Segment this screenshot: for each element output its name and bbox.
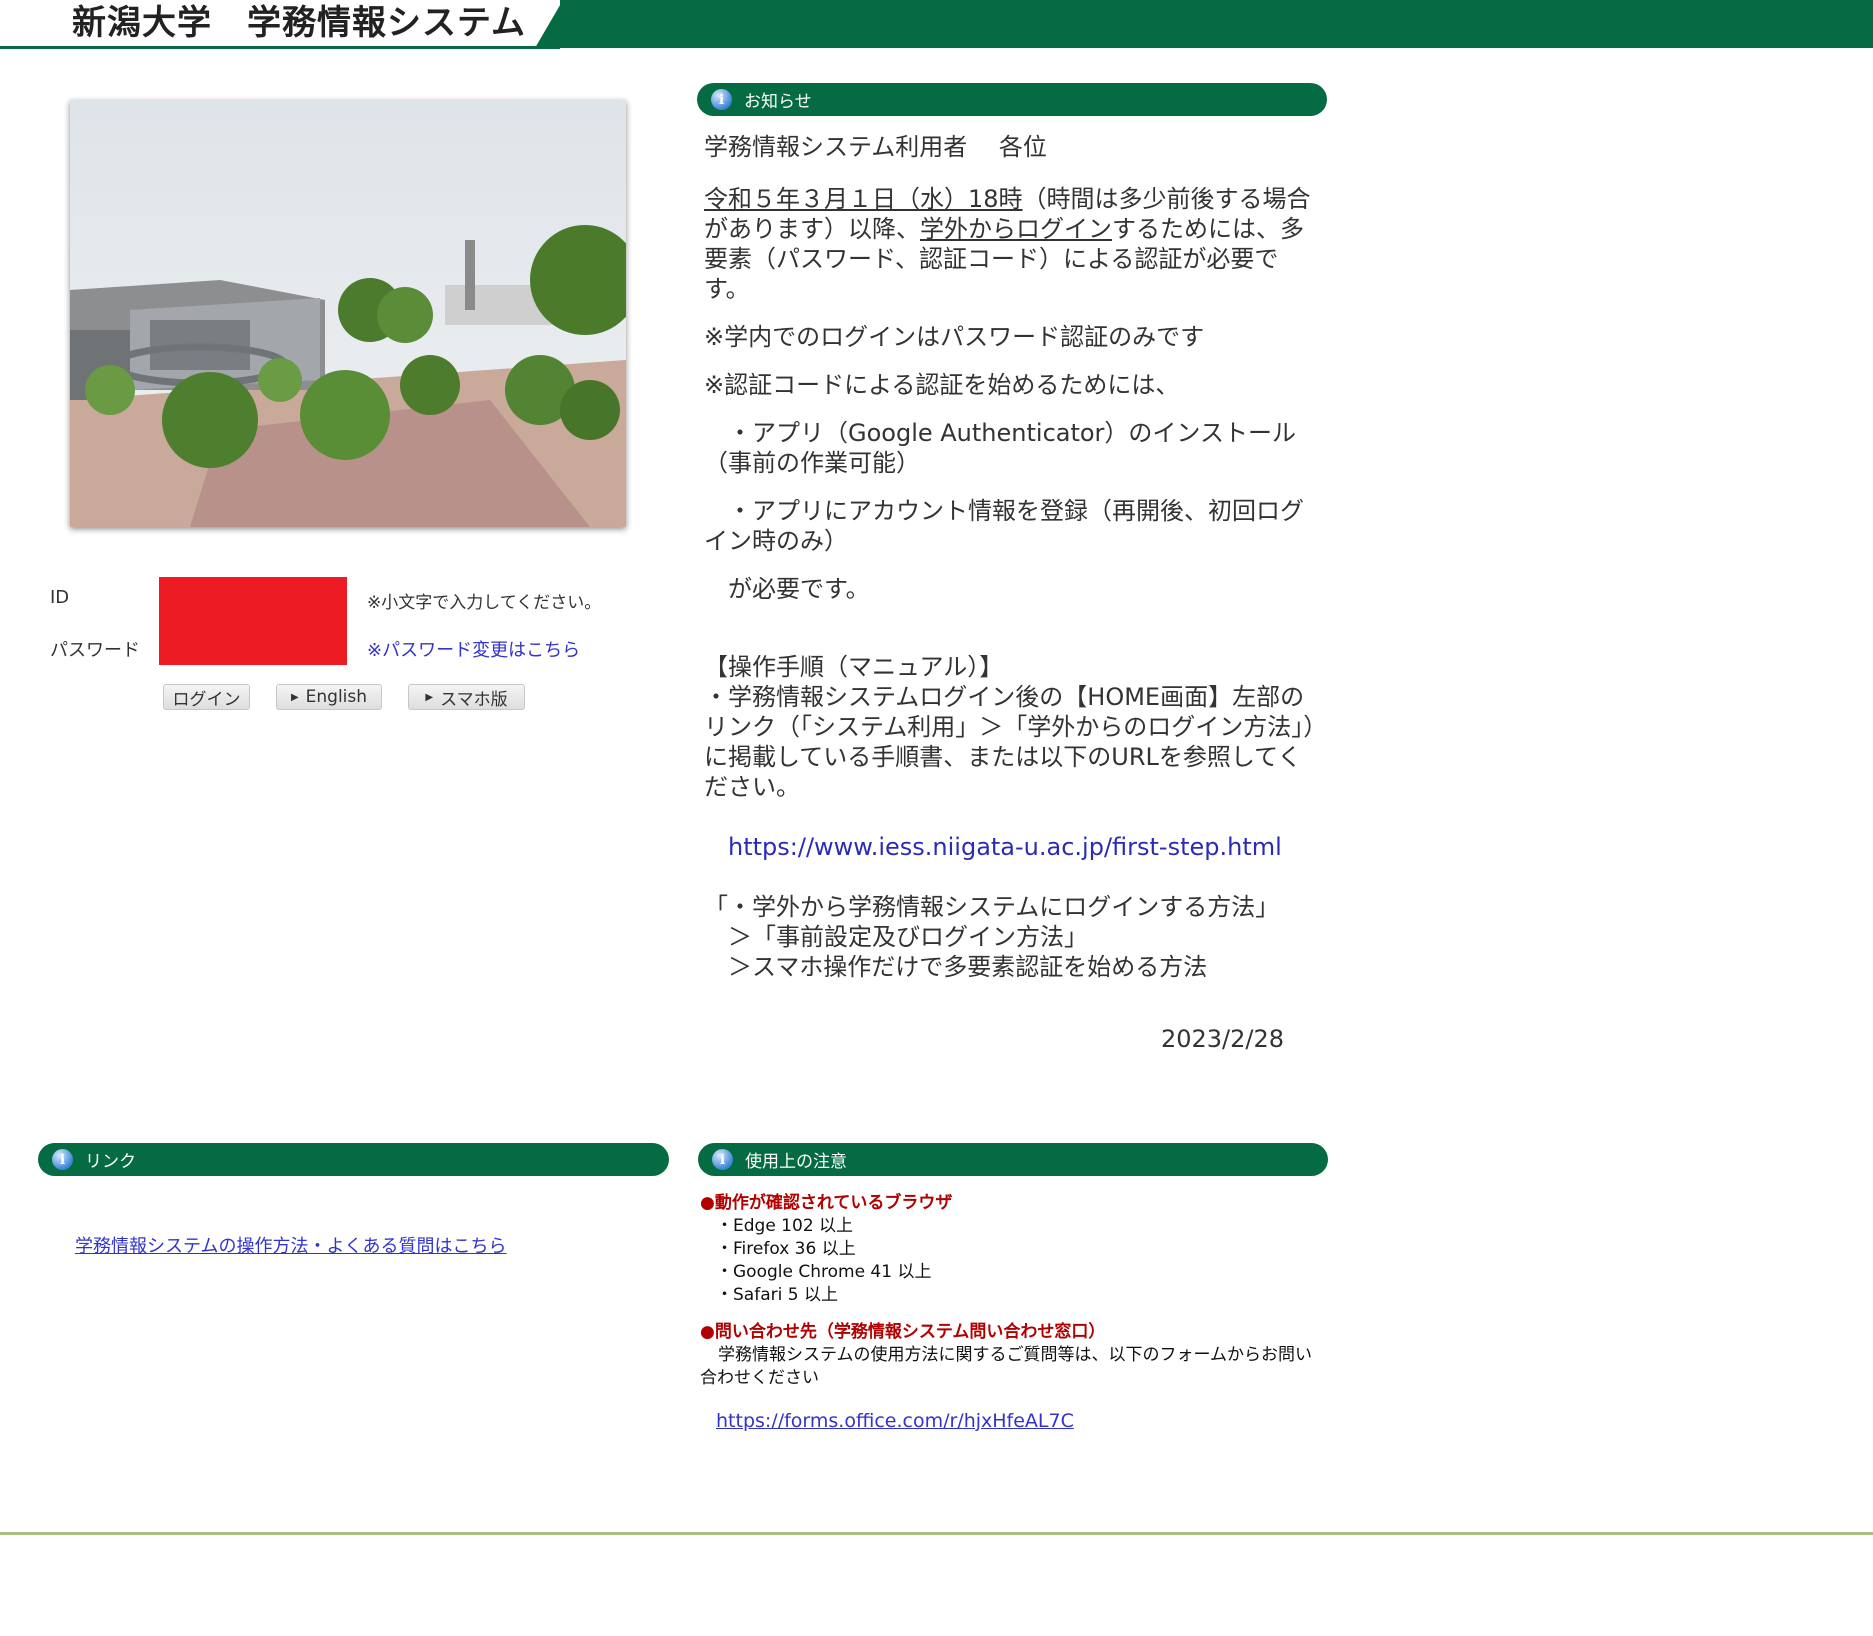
password-label: パスワード	[50, 640, 140, 661]
offcampus-login-text: 学外からログイン	[920, 215, 1112, 243]
english-button-label: English	[305, 687, 368, 707]
notice-title: お知らせ	[744, 92, 812, 112]
id-hint: ※小文字で入力してください。	[367, 593, 602, 613]
notice-body: 学務情報システム利用者 各位 令和５年３月１日（水）18時（時間は多少前後する場…	[704, 132, 1320, 1054]
info-icon: i	[52, 1149, 73, 1170]
links-header: i リンク	[38, 1143, 669, 1176]
notice-paragraph-5: ・アプリにアカウント情報を登録（再開後、初回ログイン時のみ）	[704, 497, 1304, 555]
campus-photo	[70, 100, 626, 527]
header-underline	[0, 46, 560, 49]
manual-heading: 【操作手順（マニュアル）】	[704, 653, 1004, 681]
usage-notes-title: 使用上の注意	[745, 1152, 847, 1172]
links-title: リンク	[85, 1152, 136, 1172]
browser-item: ・Edge 102 以上	[716, 1216, 854, 1236]
path-line-3: ＞スマホ操作だけで多要素認証を始める方法	[728, 953, 1208, 981]
usage-notes-body: ●動作が確認されているブラウザ ・Edge 102 以上 ・Firefox 36…	[700, 1192, 1320, 1434]
id-label: ID	[50, 587, 70, 608]
page-header: 新潟大学 学務情報システム	[0, 0, 1873, 50]
login-button[interactable]: ログイン	[163, 684, 250, 710]
browsers-heading: ●動作が確認されているブラウザ	[700, 1193, 953, 1213]
header-band	[560, 0, 1873, 48]
notice-paragraph-6: が必要です。	[728, 575, 870, 603]
notice-paragraph-3: ※認証コードによる認証を始めるためには、	[704, 371, 1180, 399]
notice-date: 2023/2/28	[1160, 1025, 1284, 1053]
notice-paragraph-1: 令和５年３月１日（水）18時（時間は多少前後する場合があります）以降、学外からロ…	[704, 184, 1320, 304]
notice-date-underlined: 令和５年３月１日（水）18時	[704, 185, 1023, 213]
path-line-2: ＞「事前設定及びログイン方法」	[728, 923, 1088, 951]
contact-body: 学務情報システムの使用方法に関するご質問等は、以下のフォームからお問い合わせくだ…	[700, 1345, 1312, 1388]
usage-notes-header: i 使用上の注意	[698, 1143, 1328, 1176]
browser-item: ・Firefox 36 以上	[716, 1239, 856, 1259]
footer-divider	[0, 1532, 1873, 1535]
info-icon: i	[711, 89, 732, 110]
smartphone-button[interactable]: ▶ スマホ版	[408, 684, 525, 710]
header-slant	[535, 0, 563, 48]
notice-paragraph-4: ・アプリ（Google Authenticator）のインストール（事前の作業可…	[704, 419, 1296, 477]
triangle-right-icon: ▶	[425, 691, 434, 703]
info-icon: i	[712, 1149, 733, 1170]
notice-header: i お知らせ	[697, 83, 1327, 116]
contact-form-link[interactable]: https://forms.office.com/r/hjxHfeAL7C	[716, 1410, 1074, 1432]
smartphone-button-label: スマホ版	[440, 689, 508, 710]
triangle-right-icon: ▶	[290, 691, 299, 703]
password-change-link[interactable]: ※パスワード変更はこちら	[367, 636, 580, 662]
manual-body: ・学務情報システムログイン後の【HOME画面】左部のリンク（「システム利用」＞「…	[704, 683, 1316, 801]
browser-item: ・Safari 5 以上	[716, 1285, 838, 1305]
faq-link[interactable]: 学務情報システムの操作方法・よくある質問はこちら	[75, 1232, 506, 1258]
contact-heading: ●問い合わせ先（学務情報システム問い合わせ窓口）	[700, 1322, 1106, 1342]
notice-paragraph-2: ※学内でのログインはパスワード認証のみです	[704, 323, 1205, 351]
site-title: 新潟大学 学務情報システム	[72, 3, 526, 43]
browser-item: ・Google Chrome 41 以上	[716, 1262, 932, 1282]
notice-addressee: 学務情報システム利用者 各位	[704, 133, 1047, 161]
path-line-1: 「・学外から学務情報システムにログインする方法」	[704, 893, 1280, 921]
first-step-url[interactable]: https://www.iess.niigata-u.ac.jp/first-s…	[704, 832, 1320, 862]
login-button-label: ログイン	[172, 689, 241, 710]
english-button[interactable]: ▶ English	[276, 684, 382, 710]
redacted-credential-fields[interactable]	[159, 577, 347, 665]
